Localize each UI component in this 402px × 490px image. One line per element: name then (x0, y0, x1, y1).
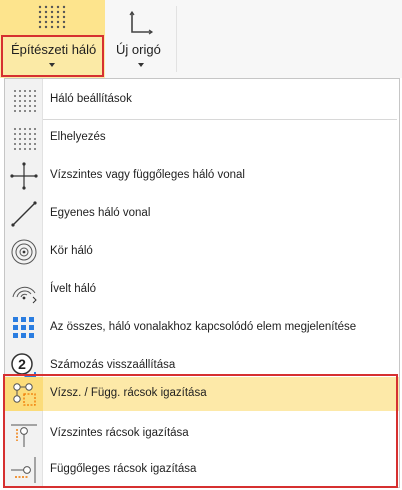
menu-item-circular-grid[interactable]: Kör háló (5, 233, 399, 271)
menu-item-show-all-grid-elements[interactable]: Az összes, háló vonalakhoz kapcsolódó el… (5, 309, 399, 347)
menu-item-label: Vízsz. / Függ. rácsok igazítása (50, 387, 207, 399)
arc-grid-icon (12, 286, 37, 304)
menu-item-label: Számozás visszaállítása (50, 359, 176, 371)
ribbon-separator (176, 6, 177, 72)
menu-item-horizontal-vertical-grid-line[interactable]: Vízszintes vagy függőleges háló vonal (5, 157, 399, 195)
ribbon: Építészeti háló Új origó (0, 0, 402, 78)
dot-grid-icon (14, 90, 36, 112)
menu-item-label: Háló beállítások (50, 93, 132, 105)
blue-squares-icon (13, 317, 34, 338)
align-vertical-grids-icon (11, 457, 36, 483)
menu-item-label: Vízszintes vagy függőleges háló vonal (50, 169, 245, 181)
chevron-down-icon (49, 63, 55, 67)
menu-item-align-vertical-grids[interactable]: Függőleges rácsok igazítása (5, 451, 399, 489)
chevron-down-icon (138, 63, 144, 67)
axis-corner-icon (129, 10, 154, 35)
menu-item-curved-grid[interactable]: Ívelt háló (5, 271, 399, 309)
concentric-circles-icon (11, 239, 37, 265)
new-origin-button[interactable]: Új origó (106, 0, 176, 78)
diagonal-line-icon (11, 201, 37, 227)
crosshair-icon (10, 162, 38, 190)
align-grids-icon (13, 383, 36, 406)
dot-grid-icon (38, 5, 66, 29)
menu-item-placement[interactable]: Elhelyezés (5, 119, 399, 157)
menu-item-label: Elhelyezés (50, 131, 106, 143)
app-root: Építészeti háló Új origó Háló beállításo… (0, 0, 402, 490)
menu-item-align-horizontal-grids[interactable]: Vízszintes rácsok igazítása (5, 415, 399, 453)
menu-item-align-h-v-grids[interactable]: Vízsz. / Függ. rácsok igazítása (5, 377, 399, 411)
align-horizontal-grids-icon (11, 424, 37, 447)
architectural-grid-button[interactable]: Építészeti háló (0, 0, 105, 78)
grid-dropdown-menu: Háló beállítások Elhelyezés Vízszintes v… (4, 78, 400, 488)
menu-item-grid-settings[interactable]: Háló beállítások (5, 81, 399, 120)
grid-button-label: Építészeti háló (11, 42, 97, 57)
origin-button-label: Új origó (116, 42, 161, 57)
menu-item-straight-grid-line[interactable]: Egyenes háló vonal (5, 195, 399, 233)
dot-grid-icon (14, 128, 36, 150)
menu-item-label: Egyenes háló vonal (50, 207, 151, 219)
menu-item-label: Függőleges rácsok igazítása (50, 463, 197, 475)
menu-item-label: Kör háló (50, 245, 93, 257)
menu-item-label: Ívelt háló (50, 283, 97, 295)
svg-text:2: 2 (18, 356, 26, 372)
menu-item-label: Vízszintes rácsok igazítása (50, 427, 189, 439)
menu-item-label: Az összes, háló vonalakhoz kapcsolódó el… (50, 321, 357, 333)
